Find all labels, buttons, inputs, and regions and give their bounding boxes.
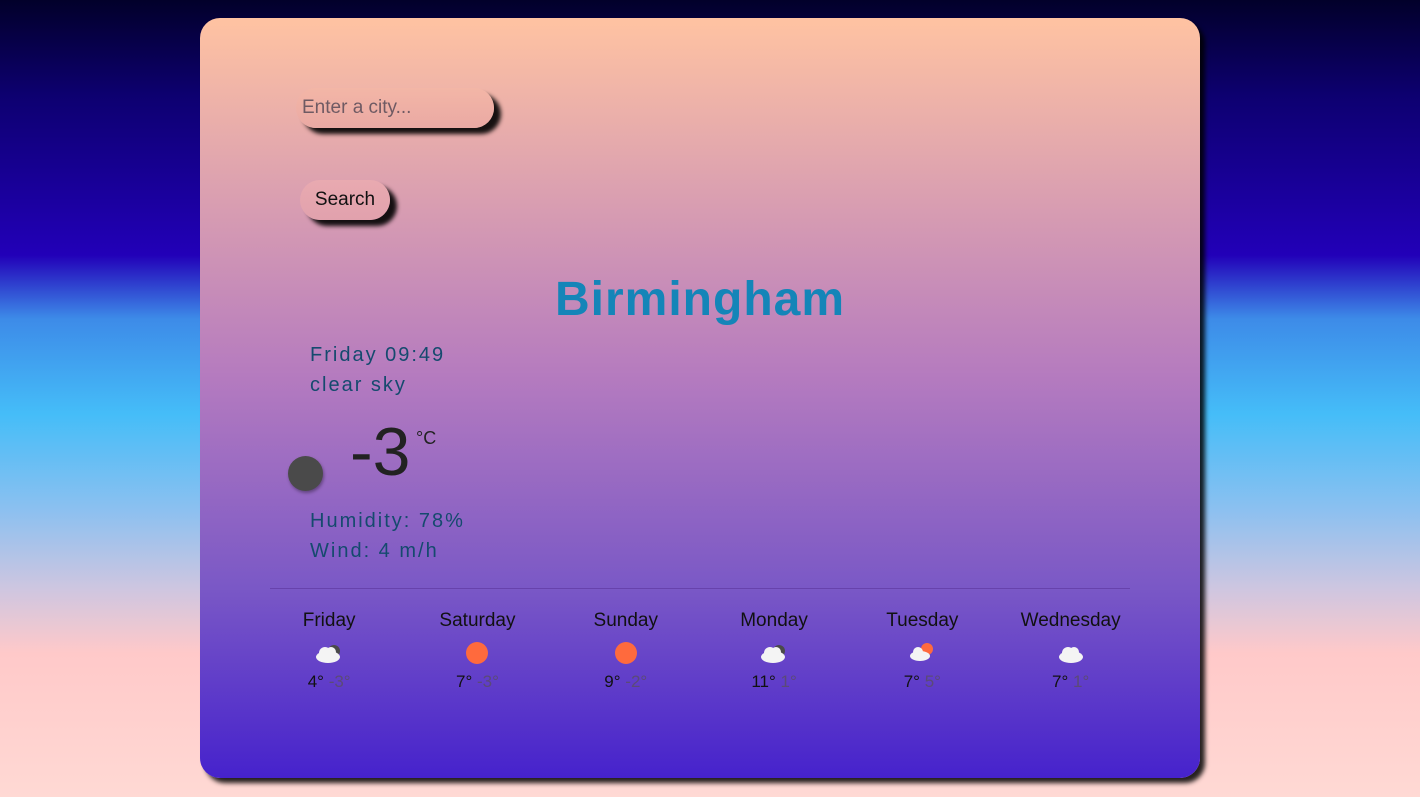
wind-text: Wind: 4 m/h xyxy=(310,540,439,562)
city-search-input[interactable] xyxy=(296,88,494,128)
forecast-day-name: Sunday xyxy=(593,610,658,631)
forecast-min: -3° xyxy=(476,672,499,691)
forecast-day: Tuesday 7° 5° xyxy=(848,610,996,692)
forecast-max: 4° xyxy=(307,672,324,691)
forecast-day: Wednesday 7° 1° xyxy=(996,610,1144,692)
forecast-day-name: Monday xyxy=(740,610,808,631)
weather-card: Search Birmingham Friday 09:49 clear sky… xyxy=(200,18,1200,778)
forecast-min: 1° xyxy=(1073,672,1090,691)
forecast-day: Monday 11° 1° xyxy=(700,610,848,692)
forecast-day-name: Wednesday xyxy=(1020,610,1121,631)
forecast-min: 1° xyxy=(780,672,797,691)
forecast-min: 5° xyxy=(924,672,941,691)
sun-cloud-icon xyxy=(848,638,996,668)
cloud-icon xyxy=(996,638,1144,668)
forecast-day-name: Friday xyxy=(302,610,356,631)
forecast-row: Friday 4° -3° Saturday 7° -3° Sunday 9° … xyxy=(255,610,1145,692)
forecast-min: -3° xyxy=(328,672,351,691)
forecast-max: 7° xyxy=(903,672,920,691)
search-button[interactable]: Search xyxy=(300,180,390,220)
current-temperature: -3 xyxy=(350,414,411,490)
forecast-max: 7° xyxy=(455,672,473,691)
forecast-day: Saturday 7° -3° xyxy=(403,610,551,692)
current-weather-icon xyxy=(288,456,323,491)
forecast-max: 9° xyxy=(604,672,621,691)
sun-icon xyxy=(552,638,700,668)
forecast-min: -2° xyxy=(625,672,648,691)
forecast-day: Sunday 9° -2° xyxy=(552,610,700,692)
forecast-max: 11° xyxy=(751,672,776,691)
cloud-night-icon xyxy=(700,638,848,668)
forecast-day: Friday 4° -3° xyxy=(255,610,403,692)
sun-icon xyxy=(403,638,551,668)
humidity-text: Humidity: 78% xyxy=(310,510,465,532)
cloud-night-icon xyxy=(255,638,403,668)
forecast-day-name: Saturday xyxy=(439,610,516,631)
temperature-unit: °C xyxy=(416,428,437,448)
city-name: Birmingham xyxy=(554,273,846,326)
weather-description: clear sky xyxy=(310,374,407,396)
forecast-day-name: Tuesday xyxy=(886,610,959,631)
divider xyxy=(270,588,1130,589)
current-datetime: Friday 09:49 xyxy=(310,344,446,366)
forecast-max: 7° xyxy=(1052,672,1069,691)
